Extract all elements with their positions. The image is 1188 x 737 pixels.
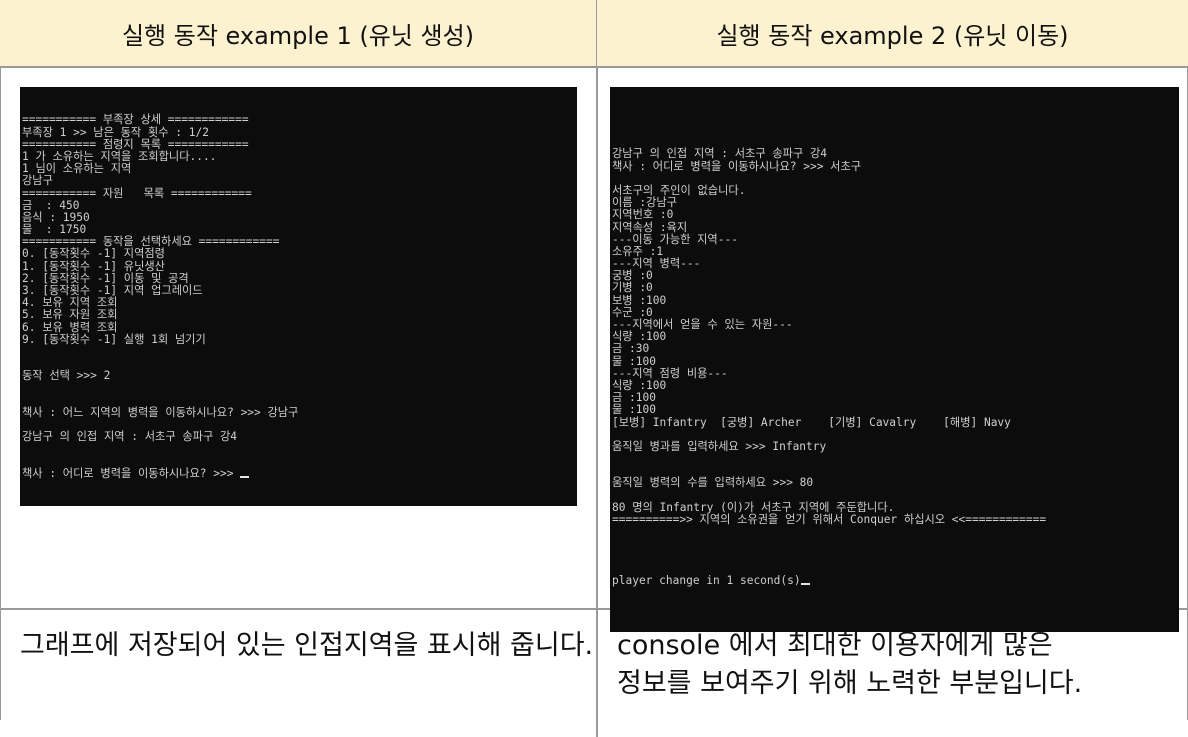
- console-line: 식량 :100: [612, 378, 667, 392]
- console-output: =========== 부족장 상세 ============ 부족장 1 >> …: [22, 114, 577, 443]
- console-line: ---지역 병력---: [612, 257, 701, 271]
- console-line: 지역속성 :육지: [612, 220, 688, 234]
- console-line: 5. 보유 자원 조회: [22, 308, 118, 322]
- console-line: 책사 : 어디로 병력을 이동하시나요? >>> 서초구: [612, 159, 862, 173]
- console-line: 움직일 병력의 수를 입력하세요 >>> 80: [612, 476, 814, 490]
- console-prompt-line: 책사 : 어디로 병력을 이동하시나요? >>>: [22, 466, 577, 480]
- console-line: 궁병 :0: [612, 269, 653, 283]
- header-example-1: 실행 동작 example 1 (유닛 생성): [0, 0, 598, 68]
- description-line-1: console 에서 최대한 이용자에게 많은: [617, 630, 1053, 661]
- cursor-icon: [800, 583, 810, 585]
- console-line: 0. [동작횟수 -1] 지역점령: [22, 247, 165, 261]
- console-line: 식량 :100: [612, 330, 667, 344]
- console-line: ---이동 가능한 지역---: [612, 232, 738, 246]
- header-example-2: 실행 동작 example 2 (유닛 이동): [597, 0, 1188, 68]
- console-prompt-line: player change in 1 second(s): [612, 574, 1179, 587]
- example-1-cell: =========== 부족장 상세 ============ 부족장 1 >> …: [0, 67, 598, 610]
- console-line: 동작 선택 >>> 2: [22, 369, 111, 383]
- console-line: 이름 :강남구: [612, 196, 677, 210]
- console-line: 물 :100: [612, 403, 656, 417]
- console-line: 부족장 1 >> 남은 동작 횟수 : 1/2: [22, 125, 209, 139]
- console-output: 강남구 의 인접 지역 : 서초구 송파구 강4 책사 : 어디로 병력을 이동하…: [612, 148, 1179, 550]
- console-line: 움직일 병과를 입력하세요 >>> Infantry: [612, 439, 827, 453]
- cursor-icon: [240, 475, 250, 478]
- console-line: 강남구: [22, 174, 53, 188]
- console-line: 금 : 450: [22, 198, 80, 212]
- console-line: 책사 : 어느 지역의 병력을 이동하시나요? >>> 강남구: [22, 405, 299, 419]
- console-line: 강남구 의 인접 지역 : 서초구 송파구 강4: [22, 430, 238, 444]
- prompt-text: 책사 : 어디로 병력을 이동하시나요? >>>: [22, 466, 241, 480]
- comparison-table: 실행 동작 example 1 (유닛 생성) 실행 동작 example 2 …: [0, 0, 1188, 737]
- console-line: ---지역 점령 비용---: [612, 366, 728, 380]
- console-line: ---지역에서 얻을 수 있는 자원---: [612, 318, 793, 332]
- console-line: 1 님이 소유하는 지역: [22, 162, 132, 176]
- description-example-1: 그래프에 저장되어 있는 인접지역을 표시해 줍니다.: [0, 610, 598, 737]
- description-example-2: console 에서 최대한 이용자에게 많은 정보를 보여주기 위해 노력한 …: [597, 610, 1188, 737]
- console-line: =========== 자원 목록 ============: [22, 186, 252, 200]
- console-line: 6. 보유 병력 조회: [22, 320, 118, 334]
- console-line: 물 :100: [612, 354, 656, 368]
- console-line: 지역번호 :0: [612, 208, 674, 222]
- description-line-2: 정보를 보여주기 위해 노력한 부분입니다.: [617, 668, 1083, 699]
- console-window-unit-creation: =========== 부족장 상세 ============ 부족장 1 >> …: [20, 87, 577, 506]
- console-line: [보병] Infantry [궁병] Archer [기병] Cavalry […: [612, 415, 1011, 429]
- example-2-cell: 강남구 의 인접 지역 : 서초구 송파구 강4 책사 : 어디로 병력을 이동하…: [597, 67, 1188, 632]
- console-line: =========== 부족장 상세 ============: [22, 113, 249, 127]
- console-line: 금 :100: [612, 391, 656, 405]
- console-line: 9. [동작횟수 -1] 실행 1회 넘기기: [22, 332, 206, 346]
- console-line: 기병 :0: [612, 281, 653, 295]
- console-line: 강남구 의 인접 지역 : 서초구 송파구 강4: [612, 147, 828, 161]
- description-text: 그래프에 저장되어 있는 인접지역을 표시해 줍니다.: [20, 630, 594, 661]
- prompt-text: player change in 1 second(s): [612, 574, 801, 587]
- console-line: 보병 :100: [612, 293, 667, 307]
- console-line: 음식 : 1950: [22, 210, 90, 224]
- console-window-unit-move: 강남구 의 인접 지역 : 서초구 송파구 강4 책사 : 어디로 병력을 이동하…: [610, 87, 1179, 632]
- console-line: ==========>> 지역의 소유권을 얻기 위해서 Conquer 하십시…: [612, 513, 1047, 527]
- console-line: 서초구의 주인이 없습니다.: [612, 183, 746, 197]
- console-line: 금 :30: [612, 342, 650, 356]
